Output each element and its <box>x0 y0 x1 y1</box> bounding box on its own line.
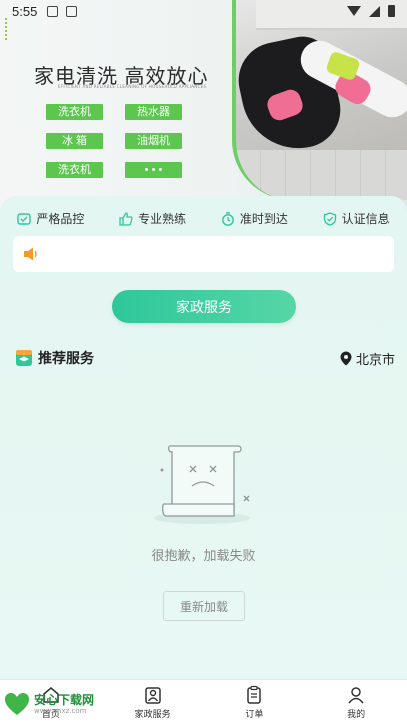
feature-item: 严格品控 <box>17 210 84 227</box>
city-label: 北京市 <box>355 352 395 368</box>
stopwatch-icon <box>221 211 234 226</box>
banner-tag: 冰 箱 <box>46 133 103 149</box>
watermark: 安心下载网 www.anxz.com <box>0 686 110 722</box>
nav-housekeeping[interactable]: 家政服务 <box>102 680 204 725</box>
shield-check-icon <box>17 212 32 225</box>
feature-label: 专业熟练 <box>138 212 187 226</box>
notification-icon <box>66 5 78 17</box>
banner-tag: 洗衣机 <box>46 104 103 120</box>
nav-profile[interactable]: 我的 <box>305 680 407 725</box>
watermark-logo <box>4 692 30 716</box>
badge-check-icon <box>323 211 336 226</box>
banner-subtitle: EFFICIENT AND RELIABLE CLEANING OF HOUSE… <box>58 84 207 89</box>
signal-icon <box>369 5 380 17</box>
main-card: 严格品控 专业熟练 准时到达 认证信息 家政服务 推荐服务 北京市 很抱歉，加载… <box>0 196 407 681</box>
feature-item: 专业熟练 <box>119 210 186 227</box>
banner-tag: 油烟机 <box>125 133 182 149</box>
user-icon <box>348 687 364 704</box>
status-time: 5:55 <box>12 3 38 19</box>
location-pin-icon <box>340 351 352 365</box>
notice-bar[interactable] <box>13 236 394 272</box>
promo-banner[interactable]: 家电清洗 高效放心 EFFICIENT AND RELIABLE CLEANIN… <box>0 0 407 210</box>
feature-label: 严格品控 <box>36 212 85 226</box>
wifi-icon <box>347 6 361 16</box>
feature-label: 准时到达 <box>239 212 288 226</box>
housekeeping-service-button[interactable]: 家政服务 <box>112 290 296 323</box>
status-bar: 5:55 <box>0 0 407 22</box>
banner-photo <box>232 0 407 200</box>
nav-label: 家政服务 <box>134 710 171 720</box>
graduation-cap-icon <box>16 350 32 366</box>
banner-tag: 洗衣机 <box>46 162 103 178</box>
notification-icon <box>47 5 59 17</box>
feature-label: 认证信息 <box>341 212 390 226</box>
feature-strip: 严格品控 专业熟练 准时到达 认证信息 <box>0 210 407 227</box>
city-selector[interactable]: 北京市 <box>340 349 395 368</box>
thumbs-up-icon <box>119 211 133 226</box>
load-failed-illustration <box>154 445 250 524</box>
clipboard-icon <box>247 685 262 704</box>
nav-label: 订单 <box>245 710 264 720</box>
recommend-title: 推荐服务 <box>38 351 94 367</box>
battery-icon <box>388 5 395 17</box>
feature-item: 认证信息 <box>323 210 390 227</box>
recommend-header: 推荐服务 北京市 <box>15 348 395 368</box>
watermark-title: 安心下载网 <box>34 692 95 707</box>
reload-button[interactable]: 重新加载 <box>163 591 245 621</box>
nav-orders[interactable]: 订单 <box>204 680 306 725</box>
banner-tag: • • • <box>125 162 182 178</box>
feature-item: 准时到达 <box>221 210 288 227</box>
load-failed-message: 很抱歉，加载失败 <box>151 549 256 564</box>
banner-tag: 热水器 <box>125 104 182 120</box>
service-icon <box>144 687 161 704</box>
speaker-icon <box>24 247 37 261</box>
watermark-url: www.anxz.com <box>34 706 87 715</box>
nav-label: 我的 <box>347 710 366 720</box>
